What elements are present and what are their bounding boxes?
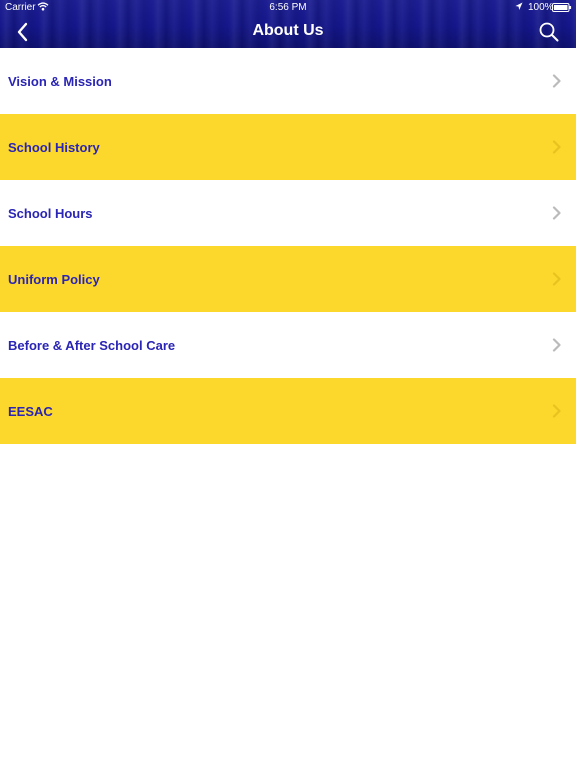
clock: 6:56 PM [269, 2, 307, 13]
chevron-right-icon [552, 338, 561, 352]
search-button[interactable] [538, 21, 560, 43]
location-arrow-icon [515, 2, 523, 14]
chevron-right-icon [552, 206, 561, 220]
chevron-right-icon [552, 74, 561, 88]
list-item-school-hours[interactable]: School Hours [0, 180, 576, 246]
search-icon [539, 22, 559, 42]
list-item-label: Uniform Policy [8, 271, 100, 287]
chevron-right-icon [552, 404, 561, 418]
navigation-bar: About Us [0, 16, 576, 48]
list-item-label: Before & After School Care [8, 337, 176, 353]
list-item-label: EESAC [8, 403, 53, 419]
chevron-right-icon [552, 272, 561, 286]
top-bar: Carrier 6:56 PM 100% About Us [0, 0, 576, 48]
list-item-label: School Hours [8, 205, 93, 221]
list-item-school-history[interactable]: School History [0, 114, 576, 180]
list-item-vision-mission[interactable]: Vision & Mission [0, 48, 576, 114]
list-item-before-after-care[interactable]: Before & After School Care [0, 312, 576, 378]
page-title: About Us [252, 22, 324, 39]
chevron-right-icon [552, 140, 561, 154]
battery-percentage: 100% [528, 2, 554, 13]
battery-icon [552, 3, 572, 15]
list-item-label: School History [8, 139, 100, 155]
list-item-label: Vision & Mission [8, 73, 112, 89]
menu-list: Vision & Mission School History School H… [0, 48, 576, 444]
status-bar: Carrier 6:56 PM 100% [0, 0, 576, 16]
list-item-uniform-policy[interactable]: Uniform Policy [0, 246, 576, 312]
list-item-eesac[interactable]: EESAC [0, 378, 576, 444]
